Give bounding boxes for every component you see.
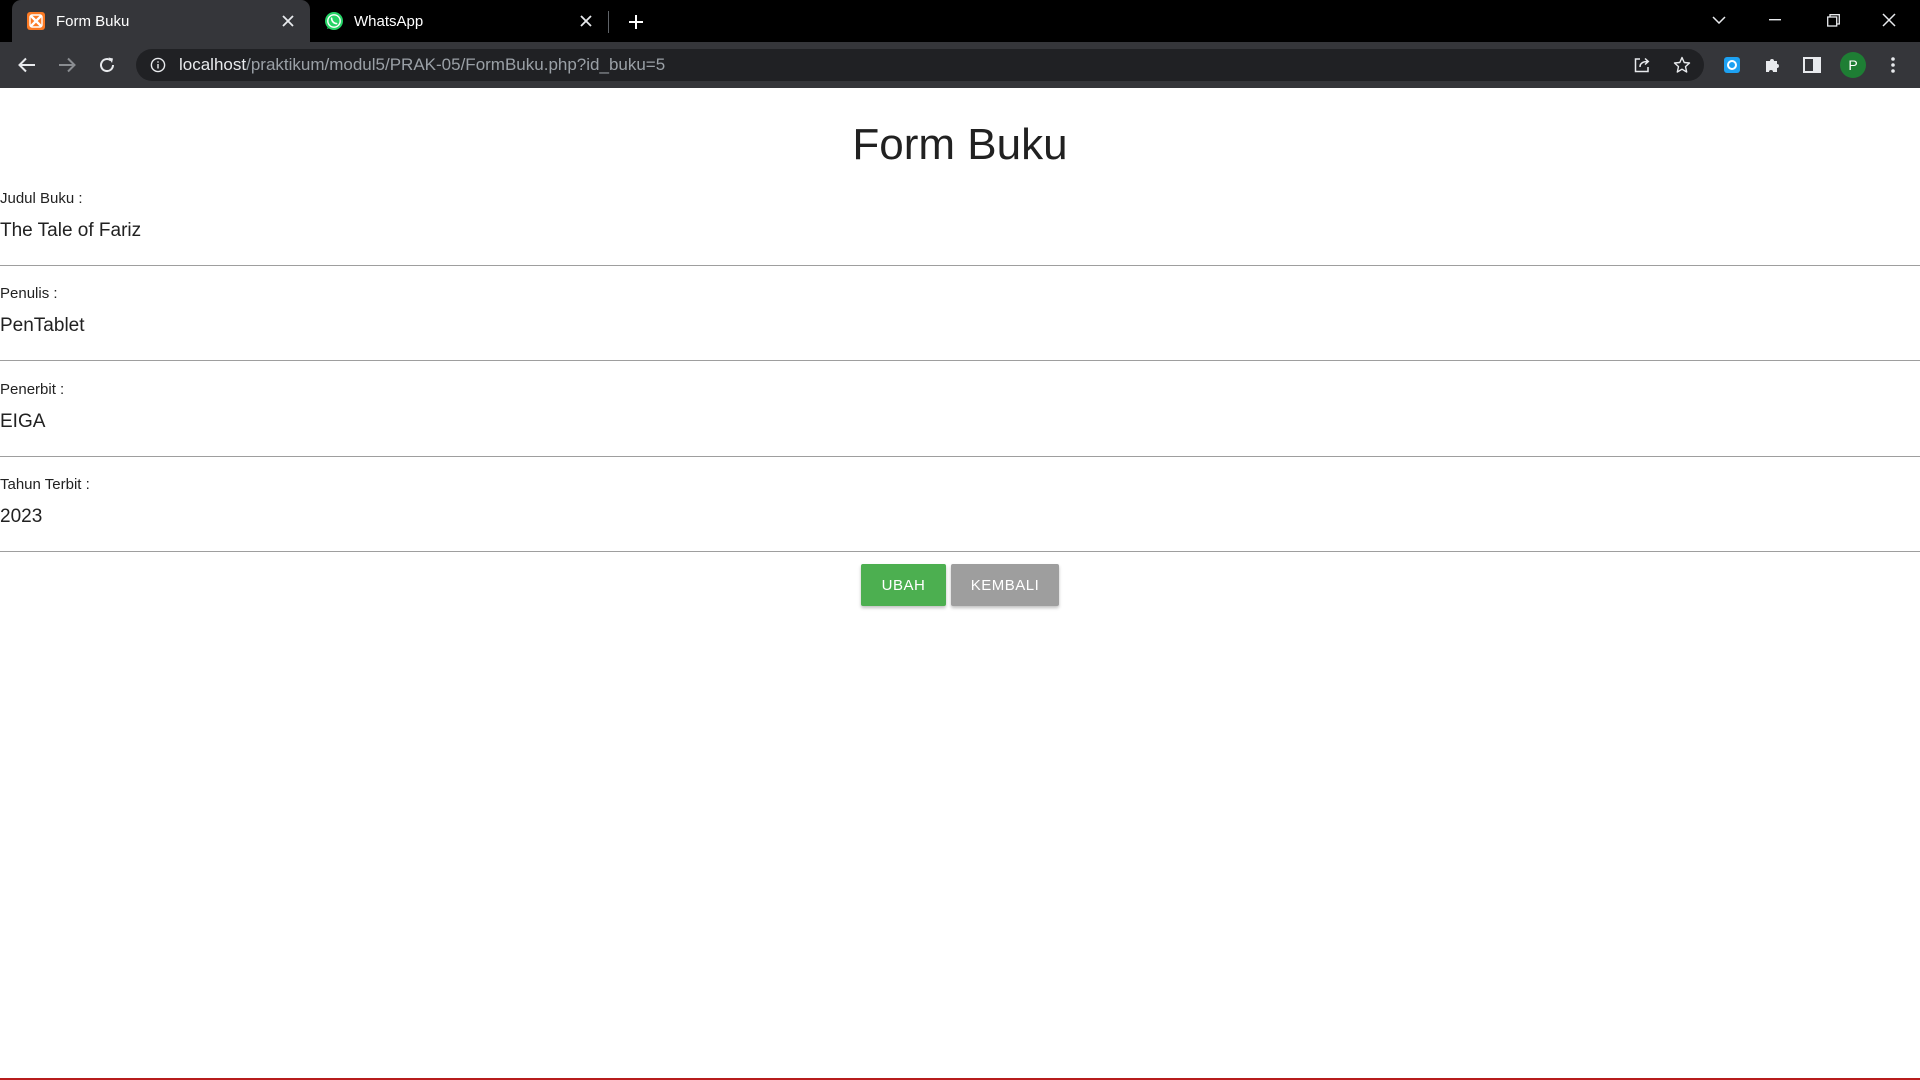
profile-initial: P <box>1840 52 1866 78</box>
penulis-input[interactable]: PenTablet <box>0 315 1920 337</box>
tab-search-chevron-icon[interactable] <box>1696 0 1742 40</box>
side-panel-icon[interactable] <box>1796 49 1828 81</box>
input-underline <box>0 360 1920 361</box>
xampp-icon <box>26 11 46 31</box>
share-icon[interactable] <box>1633 56 1651 74</box>
form-buttons: UBAH KEMBALI <box>0 564 1920 606</box>
input-underline <box>0 456 1920 457</box>
url-host: localhost <box>179 55 247 74</box>
page-title: Form Buku <box>852 120 1068 169</box>
tahun-terbit-input[interactable]: 2023 <box>0 506 1920 528</box>
kembali-button[interactable]: KEMBALI <box>951 564 1059 606</box>
close-tab-icon[interactable] <box>276 9 300 33</box>
close-tab-icon[interactable] <box>574 9 598 33</box>
tab-title: Form Buku <box>56 12 130 30</box>
field-penulis: Penulis : PenTablet <box>0 284 1920 361</box>
restore-icon[interactable] <box>1810 0 1856 40</box>
field-label: Penerbit : <box>0 381 65 398</box>
field-judul-buku: Judul Buku : The Tale of Fariz <box>0 189 1920 266</box>
kebab-menu-icon[interactable] <box>1877 49 1909 81</box>
tab-form-buku[interactable]: Form Buku <box>12 0 310 42</box>
input-underline <box>0 265 1920 266</box>
penerbit-input[interactable]: EIGA <box>0 411 1920 433</box>
close-window-icon[interactable] <box>1866 0 1912 40</box>
whatsapp-icon <box>324 11 344 31</box>
reload-icon[interactable] <box>91 49 123 81</box>
field-penerbit: Penerbit : EIGA <box>0 380 1920 457</box>
ubah-button[interactable]: UBAH <box>861 564 946 606</box>
minimize-icon[interactable] <box>1752 0 1798 40</box>
judul-buku-input[interactable]: The Tale of Fariz <box>0 220 1920 242</box>
page-content: Form Buku Judul Buku : The Tale of Fariz… <box>0 88 1920 1080</box>
profile-avatar[interactable]: P <box>1837 49 1869 81</box>
extension-icon[interactable] <box>1716 49 1748 81</box>
url-path: /praktikum/modul5/PRAK-05/FormBuku.php?i… <box>246 55 666 74</box>
tab-title: WhatsApp <box>354 12 424 30</box>
new-tab-icon[interactable] <box>622 8 650 36</box>
tab-strip: Form Buku WhatsApp <box>0 0 1920 42</box>
tab-whatsapp[interactable]: WhatsApp <box>310 0 608 42</box>
field-tahun-terbit: Tahun Terbit : 2023 <box>0 475 1920 552</box>
extensions-puzzle-icon[interactable] <box>1756 49 1788 81</box>
bookmark-star-icon[interactable] <box>1673 56 1691 74</box>
site-info-icon[interactable] <box>149 56 167 74</box>
field-label: Judul Buku : <box>0 190 83 207</box>
url-text[interactable]: localhost/praktikum/modul5/PRAK-05/FormB… <box>179 55 665 75</box>
address-bar[interactable]: localhost/praktikum/modul5/PRAK-05/FormB… <box>136 49 1704 81</box>
forward-arrow-icon[interactable] <box>51 49 83 81</box>
field-label: Tahun Terbit : <box>0 476 90 493</box>
back-arrow-icon[interactable] <box>11 49 43 81</box>
browser-toolbar: localhost/praktikum/modul5/PRAK-05/FormB… <box>0 42 1920 88</box>
field-label: Penulis : <box>0 285 58 302</box>
tab-separator <box>608 11 609 33</box>
input-underline <box>0 551 1920 552</box>
